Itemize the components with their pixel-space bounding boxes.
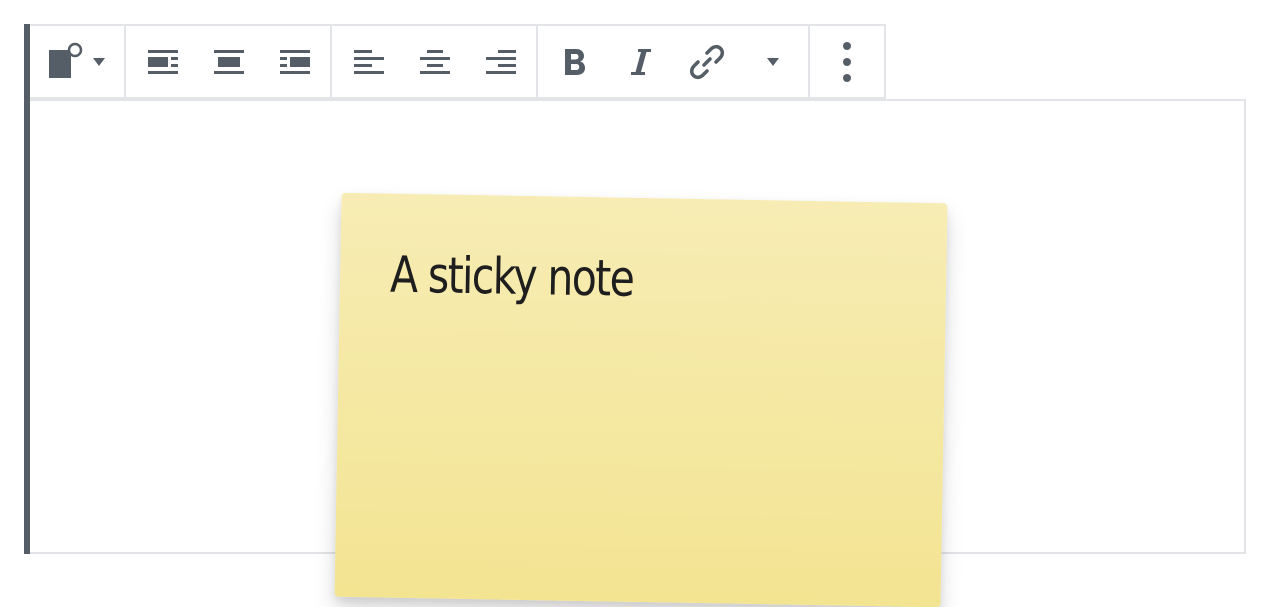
text-align-right-button[interactable] <box>468 26 534 97</box>
sticky-note-text[interactable]: A sticky note <box>390 246 634 308</box>
sticky-note-icon <box>49 42 105 78</box>
align-left-icon <box>148 49 178 74</box>
format-group <box>538 26 810 97</box>
block-type-switcher-button[interactable] <box>30 26 124 97</box>
more-group <box>810 26 884 97</box>
text-align-left-button[interactable] <box>336 26 402 97</box>
italic-button[interactable] <box>608 26 674 97</box>
caret-down-icon <box>767 57 779 66</box>
align-left-button[interactable] <box>130 26 196 97</box>
more-options-button[interactable] <box>810 26 884 97</box>
block-toolbar <box>30 24 886 99</box>
sticky-note[interactable]: A sticky note <box>334 192 948 607</box>
align-right-icon <box>280 49 310 74</box>
italic-icon <box>631 48 651 75</box>
sticky-note-block[interactable]: A sticky note <box>24 24 1246 607</box>
bold-button[interactable] <box>542 26 608 97</box>
align-center-icon <box>214 49 244 74</box>
more-formats-button[interactable] <box>740 26 806 97</box>
link-button[interactable] <box>674 26 740 97</box>
text-align-right-icon <box>486 49 516 74</box>
block-type-group <box>30 26 126 97</box>
more-options-icon <box>843 41 851 82</box>
link-icon <box>689 44 725 79</box>
caret-down-icon <box>93 57 105 66</box>
block-align-group <box>126 26 332 97</box>
text-align-left-icon <box>354 49 384 74</box>
text-align-center-icon <box>420 49 450 74</box>
align-center-button[interactable] <box>196 26 262 97</box>
bold-icon <box>565 48 585 75</box>
align-right-button[interactable] <box>262 26 328 97</box>
text-align-group <box>332 26 538 97</box>
text-align-center-button[interactable] <box>402 26 468 97</box>
block-content-area: A sticky note <box>30 99 1246 607</box>
